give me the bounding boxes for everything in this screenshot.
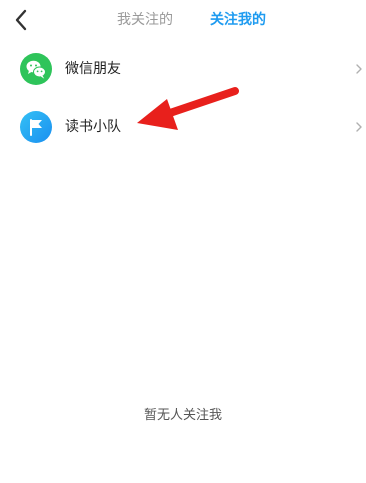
tab-followers[interactable]: 关注我的 xyxy=(210,10,266,30)
tab-following[interactable]: 我关注的 xyxy=(117,10,173,30)
wechat-icon xyxy=(20,53,52,85)
list-item-label: 微信朋友 xyxy=(65,61,121,77)
back-button[interactable] xyxy=(8,6,36,34)
chevron-right-icon xyxy=(356,64,362,74)
chevron-right-icon xyxy=(356,122,362,132)
empty-state-text: 暂无人关注我 xyxy=(143,408,222,423)
chevron-left-icon xyxy=(15,9,27,31)
top-nav-bar: 我关注的 关注我的 xyxy=(0,0,366,44)
red-arrow-icon xyxy=(137,87,239,130)
flag-icon xyxy=(20,111,52,143)
list-item-label: 读书小队 xyxy=(65,119,121,135)
